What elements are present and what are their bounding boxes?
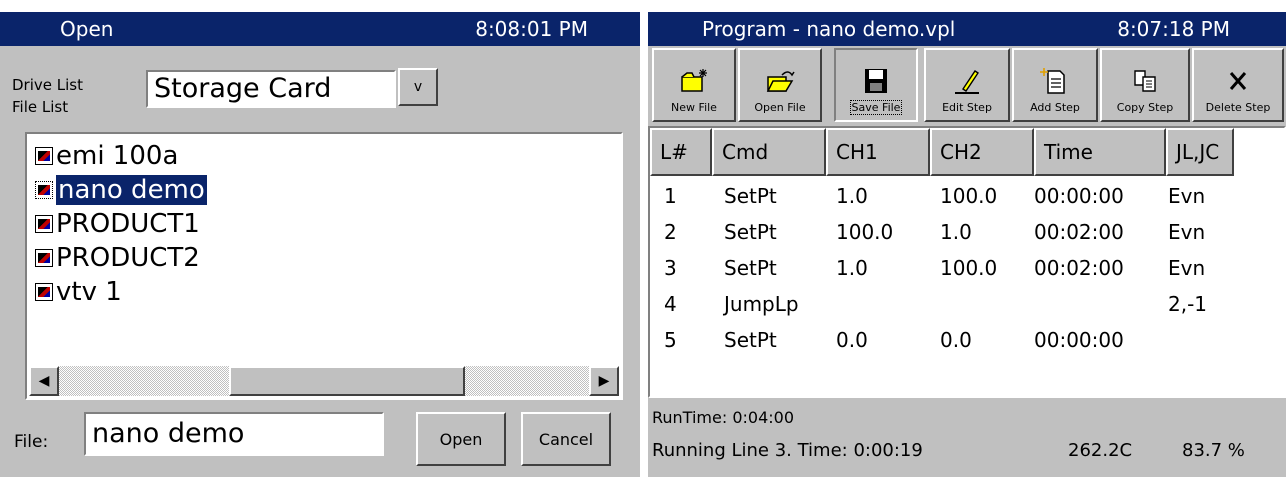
copy-icon: [1134, 70, 1156, 92]
file-list[interactable]: emi 100a nano demo PRODUCT1 PRODUCT2 vtv…: [25, 132, 623, 400]
copy-step-label: Copy Step: [1116, 101, 1174, 114]
file-item-nano-demo[interactable]: nano demo: [35, 174, 207, 206]
drive-select[interactable]: Storage Card: [146, 70, 396, 108]
cell-line: 4: [664, 292, 677, 316]
column-header-jl-jc[interactable]: JL,JC: [1166, 128, 1234, 176]
file-icon: [35, 283, 53, 301]
cell-time: 00:00:00: [1034, 184, 1124, 208]
cell-line: 5: [664, 328, 677, 352]
file-name: vtv 1: [56, 277, 122, 307]
open-clock: 8:08:01 PM: [475, 17, 588, 41]
file-name-label: File:: [14, 432, 49, 452]
open-file-button[interactable]: Open File: [738, 48, 822, 122]
file-name: emi 100a: [56, 141, 179, 171]
file-name: nano demo: [56, 175, 207, 205]
cancel-button[interactable]: Cancel: [521, 412, 611, 466]
file-item-product1[interactable]: PRODUCT1: [35, 208, 200, 240]
delete-x-icon: [1229, 72, 1247, 90]
cell-ch2: 100.0: [940, 184, 998, 208]
scroll-right-button[interactable]: ▶: [589, 366, 619, 396]
status-bar: RunTime: 0:04:00 Running Line 3. Time: 0…: [648, 400, 1286, 477]
cell-jl-jc: Evn: [1168, 184, 1206, 208]
open-file-label: Open File: [754, 101, 806, 114]
scroll-thumb[interactable]: [229, 366, 465, 396]
program-window: Program - nano demo.vpl 8:07:18 PM New F…: [648, 12, 1286, 477]
cell-line: 3: [664, 256, 677, 280]
cell-jl-jc: Evn: [1168, 220, 1206, 244]
file-name: PRODUCT1: [56, 209, 200, 239]
drive-list-label: Drive List: [12, 76, 83, 94]
percent-readout: 83.7 %: [1182, 440, 1245, 461]
cell-ch1: 100.0: [836, 220, 894, 244]
floppy-disk-icon: [865, 69, 887, 93]
open-title-bar: Open 8:08:01 PM: [0, 12, 640, 46]
delete-step-label: Delete Step: [1205, 101, 1271, 114]
cell-ch2: 1.0: [940, 220, 972, 244]
open-title: Open: [60, 17, 114, 41]
file-item-product2[interactable]: PRODUCT2: [35, 242, 200, 274]
new-file-icon: [681, 69, 707, 92]
open-dialog: Open 8:08:01 PM Drive List File List Sto…: [0, 12, 640, 477]
pencil-icon: [955, 70, 979, 94]
column-header-cmd[interactable]: Cmd: [712, 128, 826, 176]
open-button[interactable]: Open: [416, 412, 506, 466]
cell-cmd: SetPt: [724, 220, 777, 244]
running-line-text: Running Line 3. Time: 0:00:19: [652, 440, 923, 461]
horizontal-scrollbar[interactable]: ◀ ▶: [29, 366, 619, 396]
scroll-track[interactable]: [59, 366, 589, 396]
cell-ch2: 100.0: [940, 256, 998, 280]
new-file-label: New File: [671, 101, 717, 114]
program-clock: 8:07:18 PM: [1117, 17, 1230, 41]
triangle-left-icon: ◀: [38, 373, 50, 389]
cell-time: 00:02:00: [1034, 220, 1124, 244]
save-file-button[interactable]: Save File: [834, 48, 918, 122]
edit-step-label: Edit Step: [942, 101, 992, 114]
copy-step-button[interactable]: Copy Step: [1100, 48, 1190, 122]
cell-line: 1: [664, 184, 677, 208]
add-document-icon: [1040, 68, 1065, 94]
cell-cmd: SetPt: [724, 256, 777, 280]
file-item-emi-100a[interactable]: emi 100a: [35, 140, 178, 172]
runtime-text: RunTime: 0:04:00: [652, 408, 794, 427]
cell-ch1: 1.0: [836, 184, 868, 208]
scroll-left-button[interactable]: ◀: [29, 366, 59, 396]
cell-cmd: SetPt: [724, 328, 777, 352]
column-header-line[interactable]: L#: [650, 128, 712, 176]
column-header-ch1[interactable]: CH1: [826, 128, 930, 176]
file-name: PRODUCT2: [56, 243, 200, 273]
cell-jl-jc: Evn: [1168, 256, 1206, 280]
cell-ch1: 1.0: [836, 256, 868, 280]
cell-time: 00:02:00: [1034, 256, 1124, 280]
file-name-input[interactable]: nano demo: [84, 412, 384, 456]
file-icon: [35, 249, 53, 267]
file-list-label: File List: [12, 98, 69, 116]
program-title-bar: Program - nano demo.vpl 8:07:18 PM: [648, 12, 1286, 46]
temperature-readout: 262.2C: [1068, 440, 1133, 461]
column-header-ch2[interactable]: CH2: [930, 128, 1034, 176]
file-icon: [35, 215, 53, 233]
column-header-time[interactable]: Time: [1034, 128, 1166, 176]
edit-step-button[interactable]: Edit Step: [924, 48, 1010, 122]
drive-dropdown-button[interactable]: v: [398, 68, 438, 106]
file-item-vtv-1[interactable]: vtv 1: [35, 276, 122, 308]
delete-step-button[interactable]: Delete Step: [1192, 48, 1284, 122]
cell-ch1: 0.0: [836, 328, 868, 352]
triangle-right-icon: ▶: [598, 373, 610, 389]
cell-ch2: 0.0: [940, 328, 972, 352]
program-grid[interactable]: L# Cmd CH1 CH2 Time JL,JC 1 SetPt 1.0 10…: [648, 126, 1286, 398]
file-icon: [35, 181, 53, 199]
cell-cmd: SetPt: [724, 184, 777, 208]
add-step-button[interactable]: Add Step: [1012, 48, 1098, 122]
save-file-label: Save File: [849, 100, 903, 115]
cell-cmd: JumpLp: [724, 292, 799, 316]
program-title: Program - nano demo.vpl: [702, 17, 956, 41]
cell-time: 00:00:00: [1034, 328, 1124, 352]
file-icon: [35, 147, 53, 165]
folder-open-icon: [766, 71, 795, 92]
cell-line: 2: [664, 220, 677, 244]
cell-jl-jc: 2,-1: [1168, 292, 1208, 316]
new-file-button[interactable]: New File: [652, 48, 736, 122]
add-step-label: Add Step: [1030, 101, 1080, 114]
